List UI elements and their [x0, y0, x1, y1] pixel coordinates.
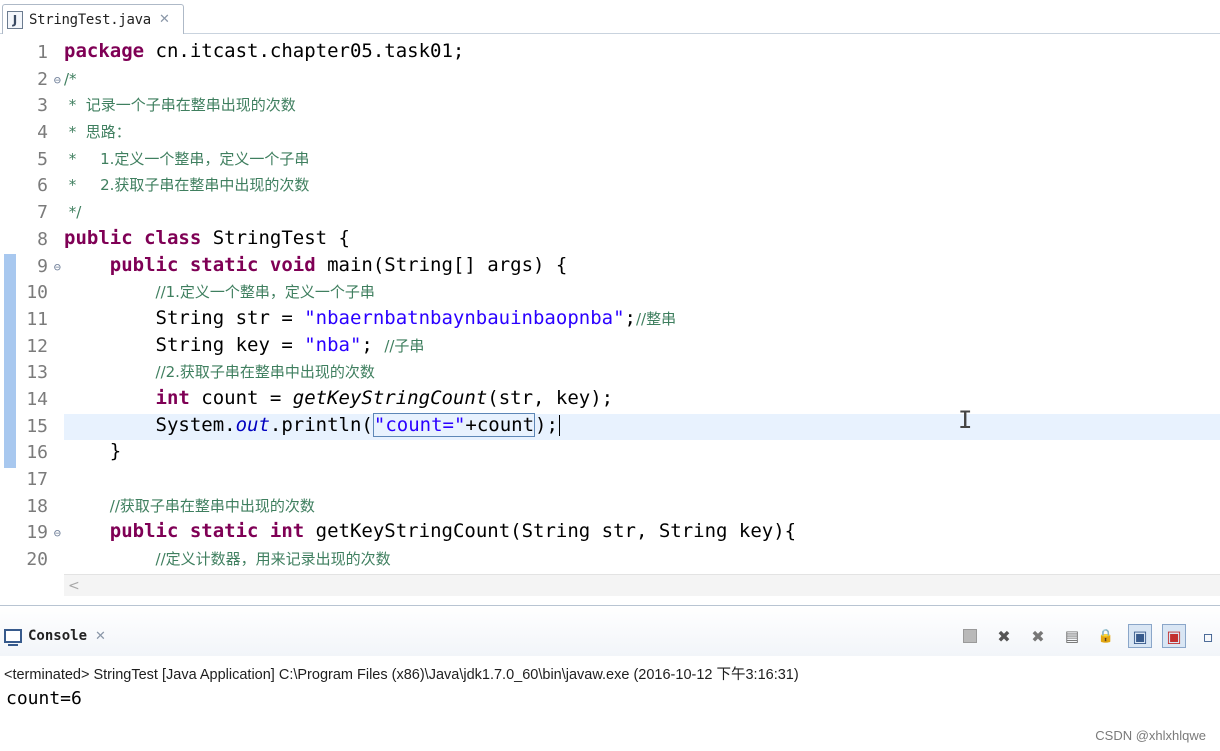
- console-tab-bar: Console ✕ ✖ ✖ ▤ 🔒 ▣ ▣ ▫: [0, 606, 1220, 656]
- fold-collapse-icon[interactable]: ⊖: [54, 254, 61, 281]
- line-number: 1: [0, 40, 62, 67]
- console-tab[interactable]: Console ✕: [4, 628, 106, 646]
- line-number-text: 11: [26, 308, 48, 330]
- line-number: 9 ⊖: [0, 254, 62, 281]
- line-number-text: 18: [26, 495, 48, 517]
- code-line-8: public class StringTest {: [64, 226, 350, 249]
- code-line-5: * 1.定义一个整串，定义一个子串: [64, 149, 310, 168]
- scroll-lock-icon[interactable]: 🔒: [1094, 624, 1118, 648]
- line-number: 8: [0, 227, 62, 254]
- line-number: 6: [0, 173, 62, 200]
- line-number: 3: [0, 93, 62, 120]
- line-number: 10: [0, 280, 62, 307]
- console-view: Console ✕ ✖ ✖ ▤ 🔒 ▣ ▣ ▫ <terminated> Str…: [0, 605, 1220, 751]
- line-number: 15: [0, 414, 62, 441]
- line-number-text: 6: [37, 175, 48, 197]
- close-icon[interactable]: ✕: [95, 629, 106, 644]
- code-line-11: String str = "nbaernbatnbaynbauinbaopnba…: [64, 306, 677, 329]
- line-number-text: 16: [26, 442, 48, 464]
- line-number: 14: [0, 387, 62, 414]
- line-number-text: 1: [37, 42, 48, 63]
- line-number-text: 4: [37, 122, 48, 144]
- console-status-line: <terminated> StringTest [Java Applicatio…: [4, 667, 799, 683]
- line-number-text: 14: [26, 388, 48, 410]
- line-number: 16: [0, 440, 62, 467]
- line-number-text: 3: [37, 95, 48, 117]
- watermark: CSDN @xhlxhlqwe: [1095, 728, 1206, 743]
- remove-launch-icon[interactable]: ✖: [992, 624, 1016, 648]
- line-number: 2 ⊖: [0, 67, 62, 94]
- text-caret: [558, 414, 560, 436]
- code-line-18: //获取子串在整串中出现的次数: [109, 496, 315, 515]
- line-number-text: 20: [26, 549, 48, 571]
- java-file-icon: J: [7, 10, 23, 29]
- code-line-15-current: System.out.println("count="+count);: [64, 412, 1220, 441]
- code-line-12: String key = "nba"; //子串: [64, 333, 425, 356]
- line-number: 12: [0, 334, 62, 361]
- pin-console-icon[interactable]: ▣: [1128, 624, 1152, 648]
- console-tab-label: Console: [28, 628, 88, 644]
- editor-tab-stringtest[interactable]: J StringTest.java ✕: [2, 4, 184, 34]
- ibeam-cursor-icon: I: [958, 406, 973, 434]
- open-console-icon[interactable]: ▫: [1196, 624, 1220, 648]
- code-area[interactable]: package cn.itcast.chapter05.task01; /* *…: [64, 40, 1220, 574]
- editor-tab-label: StringTest.java: [29, 11, 151, 28]
- line-number: 11: [0, 307, 62, 334]
- code-line-13: //2.获取子串在整串中出现的次数: [155, 363, 375, 382]
- line-number-text: 15: [26, 415, 48, 437]
- line-number-text: 12: [26, 335, 48, 357]
- code-line-1: package cn.itcast.chapter05.task01;: [64, 40, 465, 62]
- code-line-6: * 2.获取子串在整串中出现的次数: [64, 176, 310, 195]
- fold-collapse-icon[interactable]: ⊖: [54, 520, 61, 547]
- line-number-text: 9: [37, 255, 48, 277]
- line-number-text: 10: [26, 282, 48, 304]
- code-line-19: public static int getKeyStringCount(Stri…: [109, 520, 797, 543]
- line-number: 18: [0, 494, 62, 521]
- selection-highlight: "count="+count: [372, 412, 536, 437]
- line-number-text: 7: [37, 202, 48, 224]
- horizontal-scrollbar[interactable]: <: [64, 574, 1220, 596]
- line-number: 17: [0, 467, 62, 494]
- code-line-14: int count = getKeyStringCount(str, key);: [155, 386, 614, 409]
- fold-collapse-icon[interactable]: ⊖: [54, 67, 61, 94]
- line-number-text: 5: [37, 148, 48, 170]
- console-output[interactable]: count=6: [6, 688, 82, 709]
- line-number: 20: [0, 547, 62, 574]
- console-icon: [4, 629, 22, 646]
- editor-tab-bar: J StringTest.java ✕: [0, 0, 1220, 34]
- line-number-gutter: 1 2 ⊖ 3 4 5 6 7 8 9 ⊖ 10 11 12 13 14 15 16 17 18 19 ⊖ 20: [0, 40, 62, 574]
- line-number: 5: [0, 147, 62, 174]
- line-number-text: 13: [26, 362, 48, 384]
- code-line-16: }: [64, 440, 122, 463]
- terminate-icon[interactable]: [958, 624, 982, 648]
- close-icon[interactable]: ✕: [159, 12, 170, 27]
- clear-console-icon[interactable]: ▤: [1060, 624, 1084, 648]
- code-line-20: //定义计数器，用来记录出现的次数: [155, 550, 391, 569]
- remove-all-terminated-icon[interactable]: ✖: [1026, 624, 1050, 648]
- code-line-2: /*: [64, 69, 77, 88]
- code-line-10: //1.定义一个整串，定义一个子串: [155, 283, 375, 302]
- line-number: 19 ⊖: [0, 520, 62, 547]
- code-line-7: */: [64, 203, 82, 222]
- display-selected-console-icon[interactable]: ▣: [1162, 624, 1186, 648]
- console-toolbar: ✖ ✖ ▤ 🔒 ▣ ▣ ▫: [958, 624, 1220, 648]
- line-number: 13: [0, 360, 62, 387]
- code-line-4: * 思路：: [64, 123, 131, 142]
- code-line-9: public static void main(String[] args) {: [109, 253, 568, 276]
- line-number: 7: [0, 200, 62, 227]
- code-line-3: * 记录一个子串在整串出现的次数: [64, 96, 296, 115]
- code-editor[interactable]: 1 2 ⊖ 3 4 5 6 7 8 9 ⊖ 10 11 12 13 14 15 16 17 18 19 ⊖ 20 packa…: [0, 34, 1220, 601]
- scroll-left-icon[interactable]: <: [68, 575, 80, 597]
- line-number-text: 2: [37, 68, 48, 90]
- line-number-text: 17: [26, 469, 48, 490]
- line-number-text: 8: [37, 228, 48, 250]
- line-number-text: 19: [26, 522, 48, 544]
- line-number: 4: [0, 120, 62, 147]
